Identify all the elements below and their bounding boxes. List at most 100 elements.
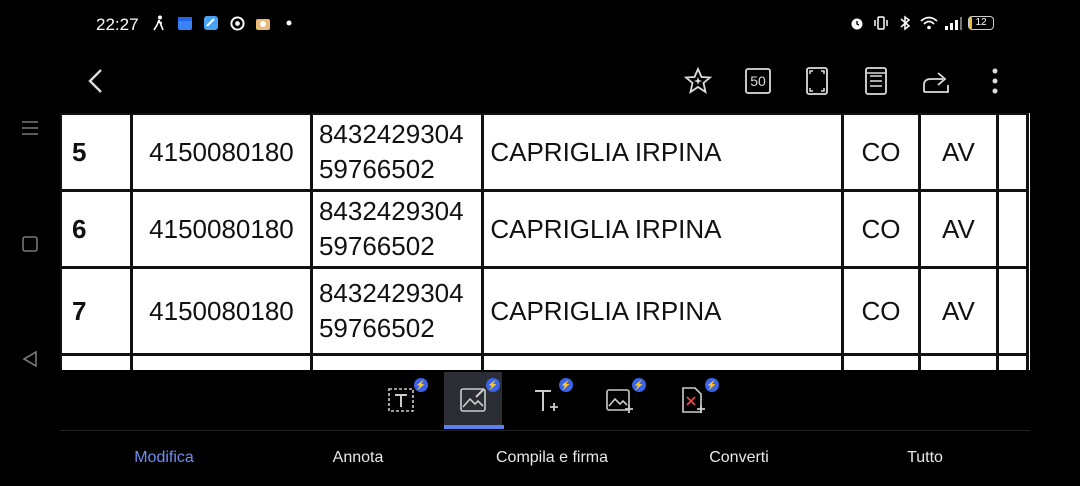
status-bar: 22:27 12 <box>0 0 1080 50</box>
tab-compila-e-firma[interactable]: Compila e firma <box>496 449 608 467</box>
co-cell: CO <box>840 113 922 192</box>
code-cell <box>129 353 313 370</box>
vibrate-icon <box>872 14 890 32</box>
bottom-tab-bar: Modifica Annota Compila e firma Converti… <box>0 440 1080 480</box>
add-image-icon <box>606 389 633 413</box>
av-cell <box>918 353 999 370</box>
signal-icon <box>944 14 962 32</box>
app-icon <box>202 14 220 32</box>
row-number: 5 <box>60 113 133 192</box>
id-cell: 8432429304 59766502 <box>309 189 485 269</box>
bluetooth-icon <box>896 14 914 32</box>
fit-page-button[interactable] <box>801 65 833 97</box>
star-icon <box>683 66 713 94</box>
extra-cell <box>995 266 1029 356</box>
fullscreen-icon <box>806 67 828 95</box>
add-page-icon <box>682 387 705 413</box>
bolt-badge-icon: ⚡ <box>632 378 646 392</box>
tab-converti[interactable]: Converti <box>709 449 769 467</box>
tab-modifica[interactable]: Modifica <box>134 449 194 467</box>
battery-level: 12 <box>975 17 987 28</box>
chevron-left-icon <box>88 69 102 93</box>
nav-menu-button[interactable] <box>18 116 42 140</box>
nav-home-button[interactable] <box>18 232 42 256</box>
id-line-2: 59766502 <box>318 154 435 184</box>
id-line-2: 59766502 <box>318 231 435 261</box>
city-cell <box>481 353 844 370</box>
tab-tutto[interactable]: Tutto <box>907 449 943 467</box>
more-vertical-icon <box>992 68 998 94</box>
city-cell: CAPRIGLIA IRPINA <box>481 113 844 192</box>
calendar-icon <box>176 14 194 32</box>
document-viewer[interactable]: 5 4150080180 8432429304 59766502 CAPRIGL… <box>60 113 1030 370</box>
row-number: 6 <box>60 189 133 269</box>
id-line-1: 8432429304 <box>318 119 464 149</box>
box-icon <box>254 14 272 32</box>
menu-icon <box>22 121 38 135</box>
row-number <box>60 353 133 370</box>
id-line-1: 8432429304 <box>318 196 464 226</box>
triangle-back-icon <box>22 350 37 368</box>
table-row: 6 4150080180 8432429304 59766502 CAPRIGL… <box>60 189 1029 269</box>
id-cell: 8432429304 59766502 <box>309 266 485 356</box>
table-row <box>60 353 1029 370</box>
walk-icon <box>150 14 168 32</box>
id-line-2: 59766502 <box>318 313 435 343</box>
wifi-icon <box>920 14 938 32</box>
co-cell: CO <box>840 189 922 269</box>
active-tool-indicator <box>444 425 504 429</box>
image-edit-tool[interactable]: ⚡ <box>444 372 502 428</box>
av-cell: AV <box>918 113 999 192</box>
code-cell: 4150080180 <box>129 189 313 269</box>
add-page-tool[interactable]: ⚡ <box>663 372 721 428</box>
table-row: 5 4150080180 8432429304 59766502 CAPRIGL… <box>60 113 1029 192</box>
extra-cell <box>995 189 1029 269</box>
view-mode-button[interactable] <box>860 65 892 97</box>
battery-indicator: 12 <box>968 16 994 30</box>
extra-cell <box>995 113 1029 192</box>
tab-annota[interactable]: Annota <box>333 449 384 467</box>
bolt-badge-icon: ⚡ <box>486 378 500 392</box>
alarm-icon <box>848 14 866 32</box>
co-cell <box>840 353 922 370</box>
share-icon <box>923 72 949 93</box>
divider <box>60 430 1030 431</box>
dot-icon <box>280 14 298 32</box>
id-cell: 8432429304 59766502 <box>309 113 485 192</box>
add-text-icon <box>535 390 558 411</box>
city-cell: CAPRIGLIA IRPINA <box>481 266 844 356</box>
share-button[interactable] <box>920 65 952 97</box>
ai-star-button[interactable] <box>682 65 714 97</box>
more-options-button[interactable] <box>979 65 1011 97</box>
extra-cell <box>995 353 1029 370</box>
document-table: 5 4150080180 8432429304 59766502 CAPRIGL… <box>60 113 1029 370</box>
text-edit-tool[interactable]: ⚡ <box>372 372 430 428</box>
text-box-icon <box>388 388 414 412</box>
square-icon <box>22 236 38 252</box>
page-number: 50 <box>750 73 766 89</box>
document-view-icon <box>865 67 887 95</box>
co-cell: CO <box>840 266 922 356</box>
chrome-icon <box>228 14 246 32</box>
status-icons-left <box>150 14 298 32</box>
bolt-badge-icon: ⚡ <box>559 378 573 392</box>
edit-tool-row: ⚡ ⚡ ⚡ ⚡ ⚡ <box>0 370 1080 430</box>
city-cell: CAPRIGLIA IRPINA <box>481 189 844 269</box>
nav-back-button[interactable] <box>18 347 42 371</box>
table-row: 7 4150080180 8432429304 59766502 CAPRIGL… <box>60 266 1029 356</box>
code-cell: 4150080180 <box>129 113 313 192</box>
add-image-tool[interactable]: ⚡ <box>590 372 648 428</box>
row-number: 7 <box>60 266 133 356</box>
bolt-badge-icon: ⚡ <box>705 378 719 392</box>
status-time: 22:27 <box>96 15 139 34</box>
status-icons-right: 12 <box>848 14 994 32</box>
av-cell: AV <box>918 189 999 269</box>
image-edit-icon <box>460 388 486 412</box>
id-line-1: 8432429304 <box>318 278 464 308</box>
add-text-tool[interactable]: ⚡ <box>517 372 575 428</box>
id-cell <box>309 353 485 370</box>
top-app-bar: 50 <box>0 55 1080 110</box>
bolt-badge-icon: ⚡ <box>414 378 428 392</box>
back-button[interactable] <box>82 65 112 97</box>
page-number-button[interactable]: 50 <box>742 65 774 97</box>
